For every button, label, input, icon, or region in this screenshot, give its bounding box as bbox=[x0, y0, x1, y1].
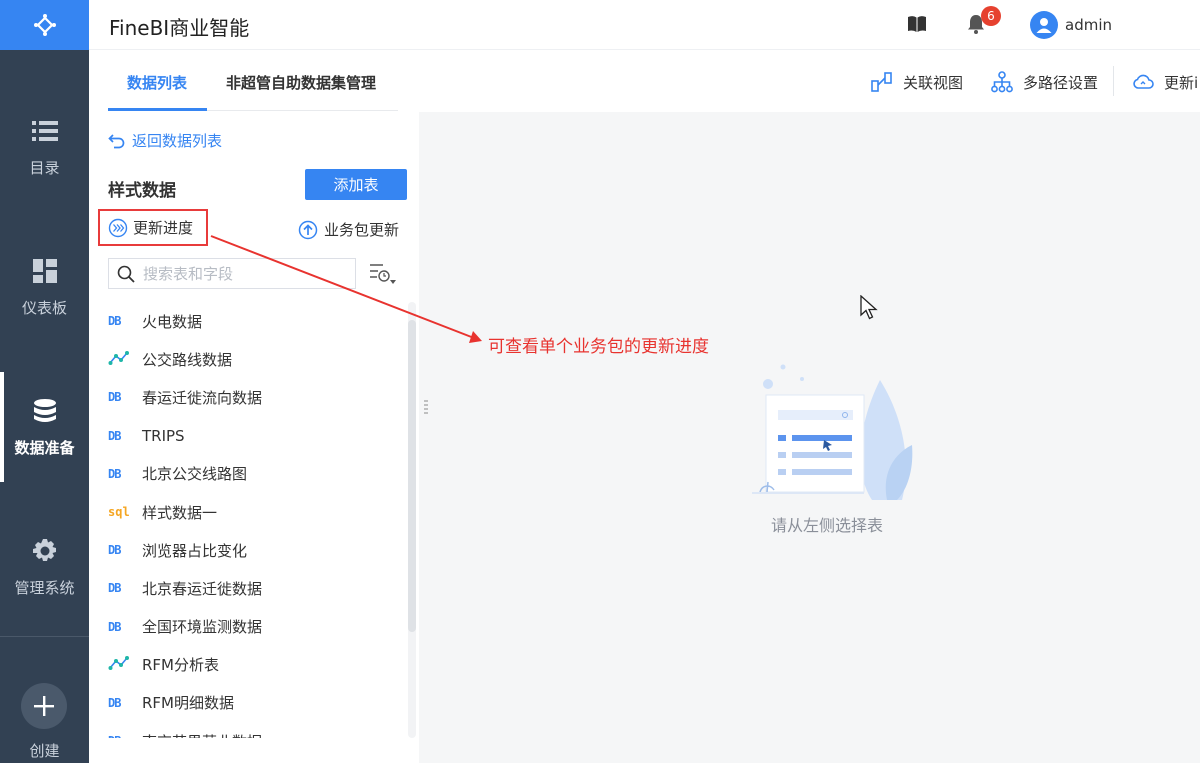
mouse-cursor-icon bbox=[860, 294, 878, 325]
annotation-note: 可查看单个业务包的更新进度 bbox=[488, 337, 709, 357]
annotation-arrow bbox=[210, 235, 482, 343]
